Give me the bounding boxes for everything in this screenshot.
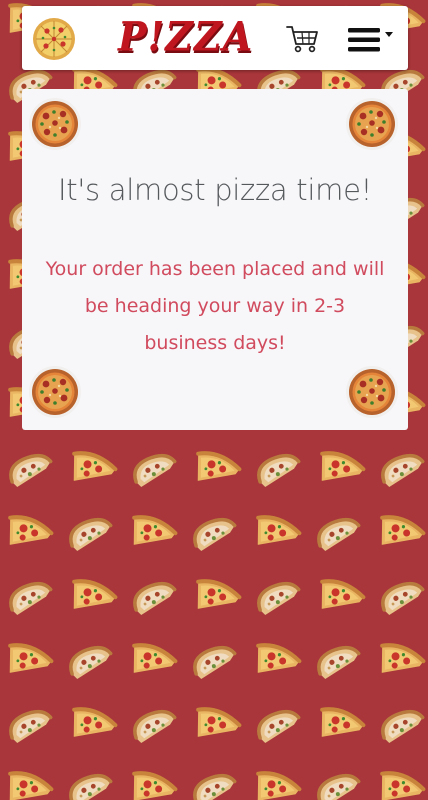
shopping-cart-icon[interactable] [286, 24, 320, 54]
pizza-slice-icon [253, 578, 305, 618]
pizza-slice-icon [64, 703, 120, 751]
pizza-slice-icon [253, 450, 305, 490]
pizza-icon [29, 98, 81, 150]
order-confirmation-card: It's almost pizza time! Your order has b… [22, 89, 408, 430]
order-confirmation-message: Your order has been placed and will be h… [45, 258, 385, 354]
pizza-slice-icon [129, 450, 181, 490]
pizza-slice-icon [65, 770, 117, 800]
pizza-slice-icon [189, 514, 241, 554]
pizza-slice-icon [65, 514, 117, 554]
pizza-slice-icon [0, 511, 56, 559]
navbar: P!ZZA [22, 6, 408, 70]
pizza-slice-icon [253, 706, 305, 746]
pizza-slice-icon [5, 450, 57, 490]
pizza-slice-icon [189, 642, 241, 682]
pizza-slice-icon [372, 767, 428, 800]
pizza-slice-icon [377, 450, 428, 490]
pizza-slice-icon [377, 706, 428, 746]
pizza-slice-icon [188, 447, 244, 495]
pizza-slice-icon [377, 578, 428, 618]
pizza-slice-icon [0, 639, 56, 687]
pizza-slice-icon [124, 639, 180, 687]
pizza-slice-icon [248, 639, 304, 687]
pizza-slice-icon [313, 642, 365, 682]
pizza-slice-icon [189, 770, 241, 800]
pizza-slice-icon [248, 767, 304, 800]
pizza-slice-icon [5, 706, 57, 746]
pizza-slice-icon [5, 578, 57, 618]
pizza-slice-icon [313, 514, 365, 554]
pizza-slice-icon [0, 767, 56, 800]
pizza-slice-icon [124, 767, 180, 800]
pizza-slice-icon [124, 511, 180, 559]
pizza-slice-icon [64, 575, 120, 623]
pizza-slice-icon [64, 447, 120, 495]
pizza-slice-icon [372, 639, 428, 687]
pizza-slice-icon [313, 770, 365, 800]
hamburger-menu-icon [348, 28, 393, 52]
brand-logo[interactable]: P!ZZA [118, 9, 253, 66]
pizza-icon [346, 98, 398, 150]
pizza-slice-icon [129, 578, 181, 618]
pizza-slice-icon [312, 447, 368, 495]
pizza-icon[interactable] [32, 17, 76, 61]
pizza-slice-icon [188, 703, 244, 751]
pizza-slice-icon [312, 703, 368, 751]
pizza-icon [346, 366, 398, 418]
menu-toggle-button[interactable] [346, 26, 398, 54]
pizza-slice-icon [372, 511, 428, 559]
pizza-slice-icon [312, 575, 368, 623]
pizza-slice-icon [248, 511, 304, 559]
pizza-slice-icon [129, 706, 181, 746]
pizza-slice-icon [65, 642, 117, 682]
pizza-icon [29, 366, 81, 418]
page-title: It's almost pizza time! [58, 173, 372, 207]
caret-down-icon [385, 32, 393, 37]
pizza-slice-icon [188, 575, 244, 623]
